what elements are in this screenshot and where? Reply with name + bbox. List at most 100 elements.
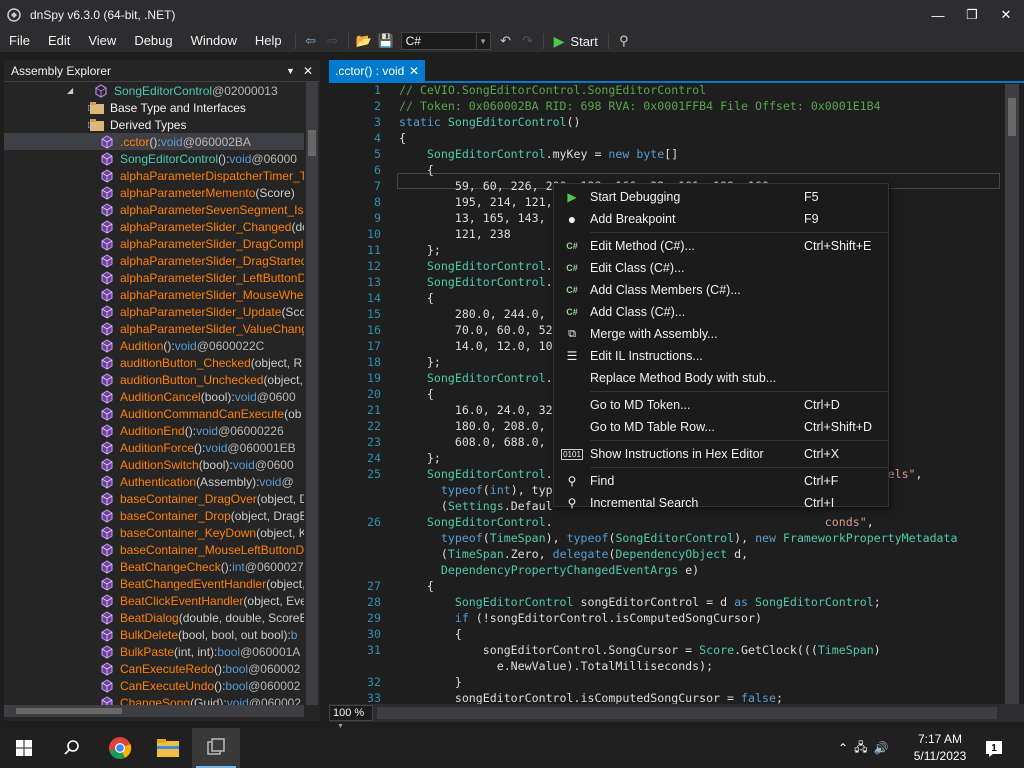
menu-help[interactable]: Help: [246, 30, 291, 52]
tab-cctor[interactable]: .cctor() : void ✕: [329, 60, 425, 81]
tree-item[interactable]: SongEditorControl() : void @06000: [4, 150, 304, 167]
context-menu-item[interactable]: 0101 Show Instructions in Hex Editor Ctrl+…: [554, 443, 888, 465]
menu-view[interactable]: View: [79, 30, 125, 52]
expander-icon[interactable]: ▷: [88, 103, 94, 112]
tree-item[interactable]: CanExecuteRedo() : bool @060002: [4, 660, 304, 677]
tree-item[interactable]: CanExecuteUndo() : bool @060002: [4, 677, 304, 694]
tree-item[interactable]: alphaParameterSlider_Update(Scor: [4, 303, 304, 320]
tree-item[interactable]: BulkDelete (bool, bool, out bool) : b: [4, 626, 304, 643]
editor-vertical-scrollbar[interactable]: [1005, 84, 1019, 704]
expander-icon[interactable]: ▷: [88, 120, 94, 129]
tree-vertical-scrollbar[interactable]: [306, 82, 318, 705]
network-icon[interactable]: 🖧: [854, 738, 867, 759]
tree-item[interactable]: BeatDialog (double, double, ScoreB: [4, 609, 304, 626]
tree-item-name: AuditionForce: [120, 440, 195, 455]
menu-window[interactable]: Window: [182, 30, 246, 52]
tree-horizontal-scrollbar[interactable]: [4, 705, 304, 717]
tree-item[interactable]: BeatChangeCheck() : int @0600027: [4, 558, 304, 575]
tree-item[interactable]: alphaParameterSlider_MouseWhee: [4, 286, 304, 303]
panel-close-button[interactable]: ✕: [303, 64, 313, 78]
scrollbar-thumb[interactable]: [16, 708, 122, 714]
chevron-up-icon[interactable]: ⌃: [838, 741, 848, 755]
tab-close-icon[interactable]: ✕: [409, 64, 419, 78]
tree-item[interactable]: alphaParameterSlider_DragStarted(: [4, 252, 304, 269]
tree-item[interactable]: alphaParameterSlider_LeftButtonD: [4, 269, 304, 286]
tree-item[interactable]: AuditionSwitch (bool) : void @0600: [4, 456, 304, 473]
navigate-forward-button[interactable]: ⇨: [322, 30, 344, 52]
search-button[interactable]: ⚲: [613, 30, 635, 52]
tree-item[interactable]: AuditionForce() : void @060001EB: [4, 439, 304, 456]
context-menu-item[interactable]: ● Add Breakpoint F9: [554, 208, 888, 230]
tree-item[interactable]: Authentication (Assembly) : void @: [4, 473, 304, 490]
tree-item[interactable]: BeatClickEventHandler (object, Eve: [4, 592, 304, 609]
language-select[interactable]: C# ▼: [400, 32, 491, 50]
open-button[interactable]: 📂: [353, 30, 375, 52]
tree-item[interactable]: BulkPaste (int, int) : bool @060001A: [4, 643, 304, 660]
volume-icon[interactable]: 🔊: [873, 741, 888, 755]
undo-button[interactable]: ↶: [495, 30, 517, 52]
tree-item[interactable]: baseContainer_Drop (object, DragE: [4, 507, 304, 524]
search-taskbar-button[interactable]: [48, 728, 96, 768]
menu-edit[interactable]: Edit: [39, 30, 79, 52]
context-menu-item[interactable]: ⚲ Incremental Search Ctrl+I: [554, 492, 888, 514]
context-menu-item[interactable]: Go to MD Table Row... Ctrl+Shift+D: [554, 416, 888, 438]
code-token: (: [399, 547, 448, 561]
context-menu-item[interactable]: ⚲ Find Ctrl+F: [554, 470, 888, 492]
menu-file[interactable]: File: [0, 30, 39, 52]
tree-item[interactable]: alphaParameterMemento (Score): [4, 184, 304, 201]
redo-button[interactable]: ↷: [517, 30, 539, 52]
code-token: {: [399, 163, 434, 177]
editor-horizontal-scrollbar[interactable]: [377, 707, 997, 719]
context-menu-item[interactable]: ▶ Start Debugging F5: [554, 186, 888, 208]
notification-button[interactable]: 1: [984, 738, 1004, 758]
tree-item-token: @060002: [248, 661, 301, 676]
tree-item[interactable]: BeatChangedEventHandler (object,: [4, 575, 304, 592]
start-menu-button[interactable]: [0, 728, 48, 768]
tree-item[interactable]: alphaParameterSlider_ValueChange: [4, 320, 304, 337]
dnspy-taskbar-button[interactable]: [192, 728, 240, 768]
expander-icon[interactable]: ◢: [67, 86, 73, 95]
clock[interactable]: 7:17 AM 5/11/2023: [905, 728, 975, 768]
context-menu-item[interactable]: C# Edit Class (C#)...: [554, 257, 888, 279]
context-menu-item[interactable]: C# Add Class Members (C#)...: [554, 279, 888, 301]
context-menu-item[interactable]: ☰ Edit IL Instructions...: [554, 345, 888, 367]
save-button[interactable]: 💾: [375, 30, 397, 52]
tree-item[interactable]: ▷ Derived Types: [4, 116, 304, 133]
tree-item[interactable]: ▷ Base Type and Interfaces: [4, 99, 304, 116]
zoom-select[interactable]: 100 % ▼: [329, 705, 373, 730]
menu-debug[interactable]: Debug: [125, 30, 181, 52]
tree-item[interactable]: auditionButton_Unchecked (object,: [4, 371, 304, 388]
context-menu-item[interactable]: ⧉ Merge with Assembly...: [554, 323, 888, 345]
code-line: 2 // Token: 0x060002BA RID: 698 RVA: 0x00…: [347, 98, 1005, 114]
code-text: // Token: 0x060002BA RID: 698 RVA: 0x000…: [399, 98, 881, 114]
tree-item[interactable]: ChangeSong (Guid) : void @060002: [4, 694, 304, 705]
tree-item[interactable]: baseContainer_DragOver (object, D: [4, 490, 304, 507]
scrollbar-thumb[interactable]: [1008, 98, 1016, 136]
tree-item[interactable]: alphaParameterDispatcherTimer_Ti: [4, 167, 304, 184]
file-explorer-taskbar-button[interactable]: [144, 728, 192, 768]
tree-item[interactable]: alphaParameterSevenSegment_IsK: [4, 201, 304, 218]
tree-item[interactable]: AuditionCommandCanExecute (ob: [4, 405, 304, 422]
tree-item[interactable]: .cctor() : void @060002BA: [4, 133, 304, 150]
chrome-taskbar-button[interactable]: [96, 728, 144, 768]
tree-item-return-type: void: [232, 457, 255, 472]
tree-item[interactable]: alphaParameterSlider_Changed(do: [4, 218, 304, 235]
tree-item[interactable]: alphaParameterSlider_DragComple: [4, 235, 304, 252]
tree-item[interactable]: baseContainer_MouseLeftButtonD: [4, 541, 304, 558]
tree-item[interactable]: Audition() : void @0600022C: [4, 337, 304, 354]
tree-item[interactable]: AuditionCancel (bool) : void @0600: [4, 388, 304, 405]
context-menu-item[interactable]: C# Edit Method (C#)... Ctrl+Shift+E: [554, 235, 888, 257]
navigate-back-button[interactable]: ⇦: [300, 30, 322, 52]
tree-item[interactable]: AuditionEnd() : void @06000226: [4, 422, 304, 439]
tree-item[interactable]: baseContainer_KeyDown (object, K: [4, 524, 304, 541]
panel-menu-button[interactable]: ▼: [286, 66, 295, 76]
context-menu-item[interactable]: C# Add Class (C#)...: [554, 301, 888, 323]
start-button[interactable]: ▶ Start: [548, 33, 604, 50]
context-menu-item[interactable]: Replace Method Body with stub...: [554, 367, 888, 389]
context-menu-item[interactable]: Go to MD Token... Ctrl+D: [554, 394, 888, 416]
scrollbar-thumb[interactable]: [308, 130, 316, 156]
tree-item[interactable]: ◢ SongEditorControl @02000013: [4, 82, 304, 99]
close-button[interactable]: ✕: [986, 0, 1024, 30]
tree-item[interactable]: auditionButton_Checked (object, R: [4, 354, 304, 371]
